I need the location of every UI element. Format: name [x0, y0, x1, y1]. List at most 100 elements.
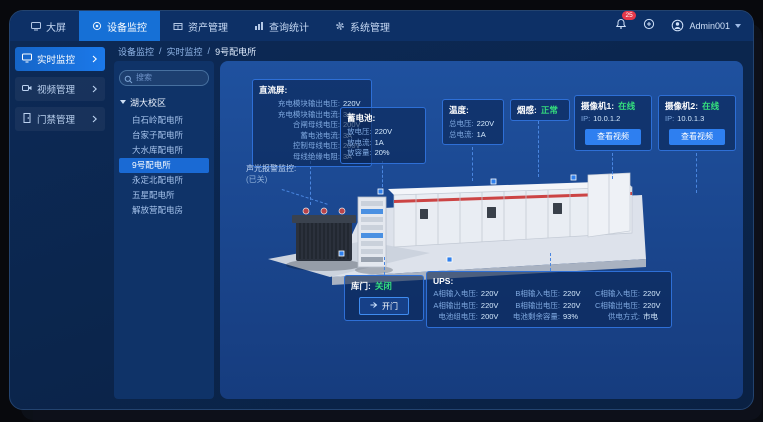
open-door-button[interactable]: 开门 [359, 297, 409, 315]
breadcrumb-part[interactable]: 实时监控 [167, 45, 203, 58]
end-cabinet [588, 173, 630, 237]
top-nav: 大屏 设备监控 资产管理 查询统计 系统管理 25 Admin001 [10, 11, 753, 41]
metric-label: 蓄电池电流: [259, 131, 340, 142]
nav-item-label: 设备监控 [107, 19, 147, 34]
metric-label: 放电流: [347, 138, 372, 149]
tree-item-substation[interactable]: 五星配电所 [119, 188, 209, 203]
metric-value: 1A [375, 138, 397, 149]
nav-item-query-stats[interactable]: 查询统计 [241, 11, 322, 41]
panel-title: 库门: [351, 280, 371, 292]
tree-item-substation-active[interactable]: 9号配电所 [119, 158, 209, 173]
door-icon [22, 113, 32, 126]
tree-item-substation[interactable]: 大水库配电所 [119, 143, 209, 158]
metric-value: 市电 [643, 312, 665, 323]
metric-value: 220V [563, 289, 585, 300]
status-badge: 关闭 [375, 280, 392, 292]
asset-box-icon [173, 21, 183, 31]
panel-title: 烟感: [517, 104, 537, 116]
metric-label: B相输入电压: [513, 289, 560, 300]
user-name: Admin001 [689, 21, 730, 31]
panel-title: 蓄电池: [347, 112, 419, 124]
metric-label: A相输出电压: [433, 301, 478, 312]
caret-down-icon [120, 100, 126, 104]
search-icon [124, 71, 133, 89]
gear-icon [335, 21, 345, 31]
tree-item-substation[interactable]: 永定北配电所 [119, 173, 209, 188]
ip-value: 10.0.1.3 [677, 114, 704, 125]
nav-right-tools: 25 Admin001 [615, 11, 741, 41]
notification-badge: 25 [622, 11, 635, 20]
status-badge: 在线 [618, 100, 635, 112]
metric-label: 控制母线电压: [259, 141, 340, 152]
nav-item-dashboard[interactable]: 大屏 [18, 11, 79, 41]
panel-title: 摄像机1: [581, 100, 614, 112]
app-window: 大屏 设备监控 资产管理 查询统计 系统管理 25 Admin001 [9, 10, 754, 410]
chevron-right-icon [92, 85, 98, 93]
metric-value: 220V [481, 301, 503, 312]
chevron-right-icon [92, 115, 98, 123]
door-open-icon [370, 301, 378, 311]
camera1-panel: 摄像机1: 在线 IP:10.0.1.2 查看视频 [574, 95, 652, 151]
metric-label: 供电方式: [595, 312, 640, 323]
sound-light-alarm-label: 声光报警监控: (已关) [246, 163, 296, 185]
connector-line [538, 121, 539, 177]
tree-item-substation[interactable]: 台家子配电所 [119, 128, 209, 143]
sidebar-item-realtime-monitor[interactable]: 实时监控 [15, 47, 105, 71]
metric-value: 220V [563, 301, 585, 312]
sidebar-item-label: 视频管理 [37, 82, 75, 96]
metric-value: 93% [563, 312, 585, 323]
tree-root-label: 湖大校区 [130, 96, 166, 109]
station-tree-panel: 湖大校区 白石岭配电所 台家子配电所 大水库配电所 9号配电所 永定北配电所 五… [114, 61, 214, 399]
metric-value: 220V [643, 289, 665, 300]
metric-label: B相输出电压: [513, 301, 560, 312]
connector-line [472, 147, 473, 181]
smoke-sensor-panel: 烟感: 正常 [510, 99, 570, 121]
view-video-button[interactable]: 查看视频 [585, 129, 641, 145]
ip-label: IP: [581, 114, 590, 125]
breadcrumb-current: 9号配电所 [215, 45, 256, 58]
user-menu[interactable]: Admin001 [671, 19, 741, 34]
tree-root-campus[interactable]: 湖大校区 [120, 96, 209, 109]
bar-chart-icon [254, 21, 264, 31]
metric-label: 充电模块输出电压: [259, 99, 340, 110]
nav-item-label: 资产管理 [188, 19, 228, 34]
status-badge: 正常 [541, 104, 558, 116]
metric-label: 合闸母线电压: [259, 120, 340, 131]
metric-label: C相输出电压: [595, 301, 640, 312]
nav-item-device-monitor[interactable]: 设备监控 [79, 11, 160, 41]
tree-search [119, 67, 209, 86]
connector-line [612, 153, 613, 179]
nav-item-assets[interactable]: 资产管理 [160, 11, 241, 41]
transformer [292, 208, 356, 261]
door-panel: 库门: 关闭 开门 [344, 275, 424, 321]
metric-value: 20% [375, 148, 397, 159]
nav-item-label: 大屏 [46, 19, 66, 34]
notifications-button[interactable]: 25 [615, 17, 627, 35]
nav-item-label: 系统管理 [350, 19, 390, 34]
video-camera-icon [22, 83, 32, 96]
metric-value: 220V [375, 127, 397, 138]
tree-item-substation[interactable]: 解放营配电房 [119, 203, 209, 218]
connector-line [384, 257, 385, 275]
metric-label: C相输入电压: [595, 289, 640, 300]
sidebar-item-access-control[interactable]: 门禁管理 [15, 107, 105, 131]
view-video-button[interactable]: 查看视频 [669, 129, 725, 145]
sidebar-item-video-manage[interactable]: 视频管理 [15, 77, 105, 101]
nav-item-system[interactable]: 系统管理 [322, 11, 403, 41]
metric-value: 220V [477, 119, 499, 130]
metric-value: 200V [481, 312, 503, 323]
tree-item-substation[interactable]: 白石岭配电所 [119, 113, 209, 128]
metric-label: 放电压: [347, 127, 372, 138]
metric-value: 220V [643, 301, 665, 312]
chevron-right-icon [92, 55, 98, 63]
sidebar-item-label: 实时监控 [37, 52, 75, 66]
fullscreen-button[interactable] [643, 17, 655, 35]
status-badge: 在线 [702, 100, 719, 112]
camera2-panel: 摄像机2: 在线 IP:10.0.1.3 查看视频 [658, 95, 736, 151]
nav-item-label: 查询统计 [269, 19, 309, 34]
metric-label: A相输入电压: [433, 289, 478, 300]
monitor-icon [22, 53, 32, 66]
breadcrumb-part[interactable]: 设备监控 [118, 45, 154, 58]
metric-label: 总电流: [449, 130, 474, 141]
breadcrumb-separator: / [159, 46, 162, 56]
